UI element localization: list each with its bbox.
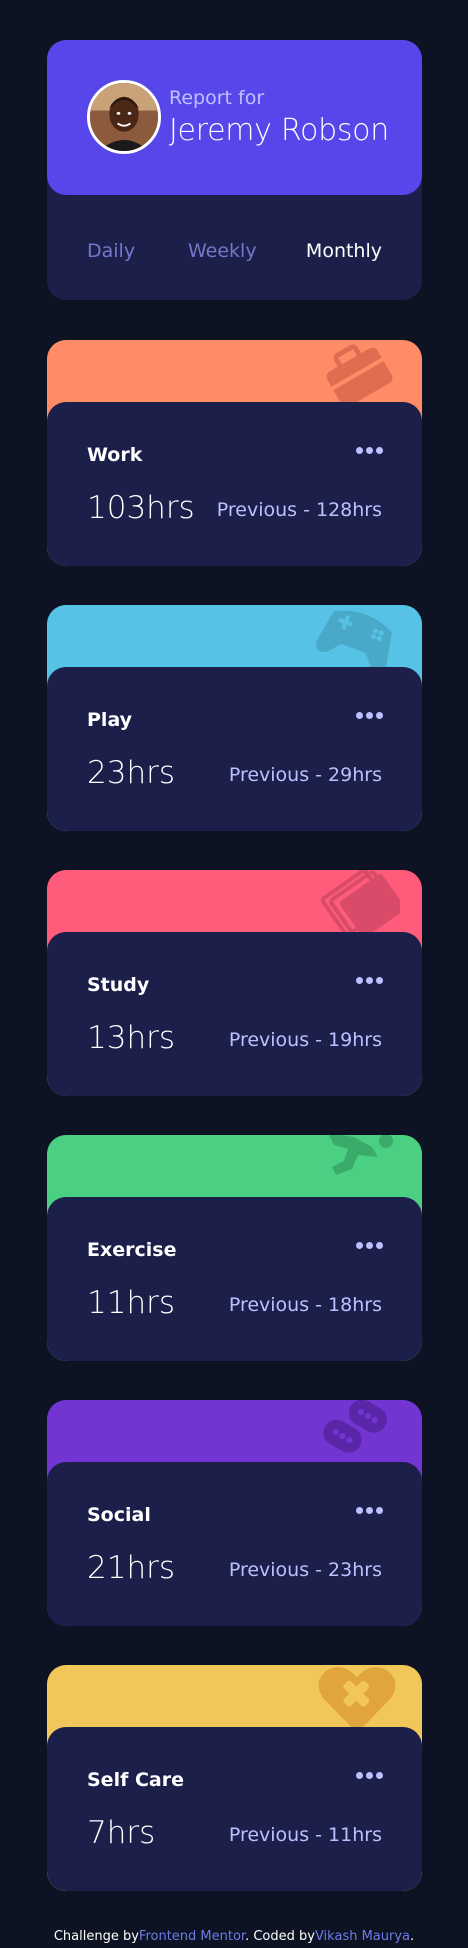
activity-title: Study: [87, 974, 150, 996]
activity-title: Social: [87, 1504, 151, 1526]
activity-card-self-care: Self Care 7hrs Previous - 11hrs: [47, 1665, 422, 1891]
more-options-icon[interactable]: [356, 1506, 384, 1516]
profile-header: Report for Jeremy Robson: [47, 40, 422, 195]
activity-body[interactable]: Study 13hrs Previous - 19hrs: [47, 932, 422, 1096]
activity-current-hours: 11hrs: [87, 1285, 175, 1321]
activity-body[interactable]: Play 23hrs Previous - 29hrs: [47, 667, 422, 831]
more-options-icon[interactable]: [356, 1771, 384, 1781]
activity-current-hours: 7hrs: [87, 1815, 156, 1851]
footer-end: .: [410, 1929, 415, 1944]
activity-body[interactable]: Self Care 7hrs Previous - 11hrs: [47, 1727, 422, 1891]
activity-current-hours: 21hrs: [87, 1550, 175, 1586]
activity-body[interactable]: Exercise 11hrs Previous - 18hrs: [47, 1197, 422, 1361]
footer-challenge-text: Challenge by: [53, 1929, 139, 1944]
user-name: Jeremy Robson: [169, 113, 389, 148]
activity-card-work: Work 103hrs Previous - 128hrs: [47, 340, 422, 566]
activity-body[interactable]: Social 21hrs Previous - 23hrs: [47, 1462, 422, 1626]
activity-current-hours: 103hrs: [87, 490, 195, 526]
profile-card: Report for Jeremy Robson Daily Weekly Mo…: [47, 40, 422, 300]
activity-card-study: Study 13hrs Previous - 19hrs: [47, 870, 422, 1096]
footer-coded-text: . Coded by: [245, 1929, 315, 1944]
activity-current-hours: 23hrs: [87, 755, 175, 791]
activity-previous-hours: Previous - 128hrs: [216, 499, 382, 521]
tab-daily[interactable]: Daily: [87, 240, 135, 262]
avatar: [87, 80, 161, 154]
activity-previous-hours: Previous - 11hrs: [228, 1824, 382, 1846]
activity-previous-hours: Previous - 23hrs: [228, 1559, 382, 1581]
dashboard: Report for Jeremy Robson Daily Weekly Mo…: [47, 40, 422, 1891]
more-options-icon[interactable]: [356, 711, 384, 721]
more-options-icon[interactable]: [356, 1241, 384, 1251]
activity-previous-hours: Previous - 19hrs: [228, 1029, 382, 1051]
activity-title: Self Care: [87, 1769, 184, 1791]
attribution-footer: Challenge byFrontend Mentor. Coded byVik…: [0, 1929, 468, 1944]
timeframe-tabs: Daily Weekly Monthly: [87, 240, 382, 270]
author-link[interactable]: Vikash Maurya: [315, 1929, 410, 1944]
activity-title: Exercise: [87, 1239, 177, 1261]
more-options-icon[interactable]: [356, 446, 384, 456]
activity-card-social: Social 21hrs Previous - 23hrs: [47, 1400, 422, 1626]
user-avatar-icon: [90, 83, 158, 151]
activity-title: Work: [87, 444, 143, 466]
more-options-icon[interactable]: [356, 976, 384, 986]
frontend-mentor-link[interactable]: Frontend Mentor: [139, 1929, 245, 1944]
activity-current-hours: 13hrs: [87, 1020, 175, 1056]
activity-title: Play: [87, 709, 133, 731]
activity-card-exercise: Exercise 11hrs Previous - 18hrs: [47, 1135, 422, 1361]
report-for-label: Report for: [169, 87, 265, 109]
tab-weekly[interactable]: Weekly: [188, 240, 257, 262]
activity-previous-hours: Previous - 29hrs: [228, 764, 382, 786]
tab-monthly[interactable]: Monthly: [306, 240, 382, 262]
activity-body[interactable]: Work 103hrs Previous - 128hrs: [47, 402, 422, 566]
activity-previous-hours: Previous - 18hrs: [228, 1294, 382, 1316]
activity-card-play: Play 23hrs Previous - 29hrs: [47, 605, 422, 831]
